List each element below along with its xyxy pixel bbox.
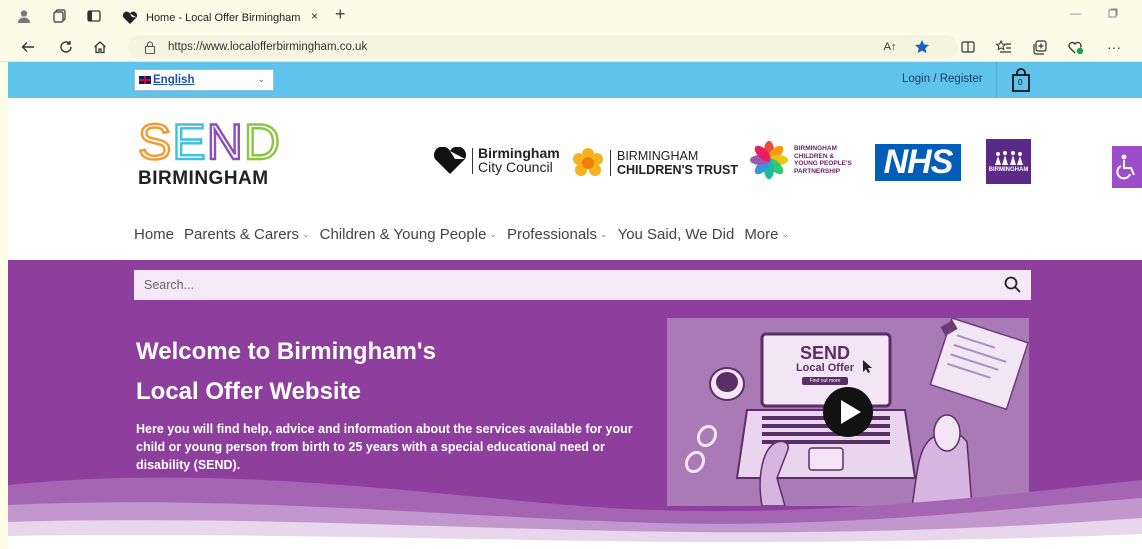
- refresh-icon[interactable]: [56, 37, 76, 57]
- split-screen-icon[interactable]: [958, 37, 978, 57]
- bcc-divider: [472, 148, 473, 174]
- site-search-input[interactable]: Search...: [134, 270, 1031, 300]
- bcyp-line2: CHILDREN &: [794, 152, 835, 160]
- bct-flower-icon: [573, 148, 603, 176]
- send-logo-letters: SEND: [137, 116, 298, 168]
- nav-label: More: [744, 226, 779, 243]
- video-send-text: SEND: [799, 343, 850, 363]
- nav-item-children-young-people[interactable]: Children & Young People ⌄: [320, 226, 497, 243]
- bct-divider: [610, 150, 611, 176]
- bcc-heart-icon: [434, 147, 466, 174]
- back-icon[interactable]: [18, 37, 38, 57]
- chevron-down-icon: ⌄: [489, 229, 497, 239]
- bcyp-petals-icon: [750, 141, 788, 179]
- tab-actions-icon[interactable]: [84, 6, 104, 26]
- logo-letter-e: E: [171, 114, 207, 170]
- accessibility-button[interactable]: [1112, 146, 1142, 188]
- video-find-out-more: Find out more: [802, 377, 848, 385]
- hero-section: Search... Welcome to Birmingham's Local …: [8, 260, 1142, 549]
- nav-item-professionals[interactable]: Professionals ⌄: [507, 226, 608, 243]
- birmingham-city-council-logo[interactable]: Birmingham City Council: [433, 146, 560, 175]
- hero-title-line2: Local Offer Website: [136, 378, 361, 405]
- play-button[interactable]: [823, 387, 873, 437]
- bct-name-line1: BIRMINGHAM: [617, 148, 699, 163]
- minimize-icon[interactable]: —: [1070, 8, 1081, 20]
- decorative-waves: [8, 477, 1142, 549]
- chevron-down-icon: ⌄: [600, 229, 608, 239]
- url-text: https://www.localofferbirmingham.co.uk: [168, 41, 368, 53]
- nav-item-more[interactable]: More ⌄: [744, 226, 789, 243]
- hero-title: Welcome to Birmingham's Local Offer Webs…: [136, 332, 436, 412]
- chevron-down-icon: ⌄: [257, 74, 265, 84]
- language-select[interactable]: English ⌄: [134, 69, 274, 91]
- bcc-name-line2: City Council: [478, 159, 553, 175]
- basket-button[interactable]: 0: [1011, 68, 1031, 92]
- login-register-link[interactable]: Login / Register: [902, 73, 983, 85]
- favicon-heart-icon: [122, 11, 138, 24]
- top-utility-strip: English ⌄ Login / Register 0: [8, 62, 1142, 98]
- collections-icon[interactable]: [50, 6, 70, 26]
- more-menu-icon[interactable]: ···: [1104, 37, 1124, 57]
- hero-title-line1: Welcome to Birmingham's: [136, 338, 436, 365]
- birmingham-parent-carer-forum-logo[interactable]: BIRMINGHAM: [986, 139, 1031, 184]
- nhs-logo[interactable]: NHS: [875, 143, 961, 181]
- nav-label: Home: [134, 226, 175, 243]
- logo-subtitle: BIRMINGHAM: [138, 168, 269, 189]
- bcyp-line3: YOUNG PEOPLE'S: [794, 160, 852, 167]
- nav-label: You Said, We Did: [617, 226, 735, 243]
- browser-tab-active[interactable]: Home - Local Offer Birmingham ×: [112, 3, 332, 32]
- browser-tab-bar: Home - Local Offer Birmingham × + —: [0, 0, 1142, 32]
- bct-name-line2: CHILDREN'S TRUST: [617, 162, 739, 177]
- lock-icon[interactable]: [144, 40, 158, 54]
- chevron-down-icon: ⌄: [302, 229, 310, 239]
- website-viewport: English ⌄ Login / Register 0 SEND BIRMIN…: [8, 62, 1142, 549]
- read-aloud-icon[interactable]: A↑: [880, 37, 900, 57]
- collections-add-icon[interactable]: [1030, 37, 1050, 57]
- nav-label: Children & Young People: [319, 226, 487, 243]
- favorite-star-icon[interactable]: [912, 37, 932, 57]
- send-birmingham-logo[interactable]: SEND BIRMINGHAM: [137, 116, 298, 189]
- bcyp-partnership-logo[interactable]: BIRMINGHAM CHILDREN & YOUNG PEOPLE'S PAR…: [750, 140, 852, 180]
- home-icon[interactable]: [90, 37, 110, 57]
- chevron-down-icon: ⌄: [781, 229, 790, 239]
- tab-close-icon[interactable]: ×: [311, 9, 318, 23]
- logo-letter-s: S: [137, 114, 173, 170]
- search-placeholder: Search...: [144, 278, 195, 292]
- video-local-offer-text: Local Offer: [795, 362, 855, 374]
- nav-item-home[interactable]: Home: [134, 226, 174, 243]
- restore-icon[interactable]: [1108, 8, 1118, 21]
- logo-letter-d: D: [243, 114, 282, 170]
- nav-item-parents-carers[interactable]: Parents & Carers ⌄: [184, 226, 310, 243]
- tab-title: Home - Local Offer Birmingham: [146, 11, 301, 24]
- bcyp-line1: BIRMINGHAM: [794, 145, 837, 152]
- basket-count: 0: [1018, 78, 1023, 87]
- logo-letter-n: N: [206, 114, 245, 170]
- browser-address-bar: https://www.localofferbirmingham.co.uk A…: [0, 32, 1142, 62]
- language-value: English: [153, 74, 195, 86]
- strip-divider: [996, 62, 997, 98]
- bcyp-line4: PARTNERSHIP: [794, 167, 841, 175]
- profile-icon[interactable]: [14, 6, 34, 26]
- favorites-list-icon[interactable]: [994, 37, 1014, 57]
- birmingham-childrens-trust-logo[interactable]: BIRMINGHAM CHILDREN'S TRUST: [572, 147, 738, 179]
- people-group-icon: [994, 151, 1023, 165]
- search-icon[interactable]: [1004, 276, 1021, 293]
- nav-label: Professionals: [506, 226, 598, 243]
- bpcf-text: BIRMINGHAM: [988, 167, 1029, 173]
- wheelchair-icon: [1116, 154, 1135, 180]
- url-input[interactable]: https://www.localofferbirmingham.co.uk: [128, 35, 958, 59]
- nav-label: Parents & Carers: [184, 226, 300, 243]
- nav-item-you-said-we-did[interactable]: You Said, We Did: [618, 226, 735, 243]
- extensions-heart-icon[interactable]: [1066, 37, 1086, 57]
- uk-flag-icon: [139, 76, 151, 84]
- new-tab-button[interactable]: +: [335, 4, 346, 25]
- main-navigation: Home Parents & Carers ⌄ Children & Young …: [134, 226, 799, 243]
